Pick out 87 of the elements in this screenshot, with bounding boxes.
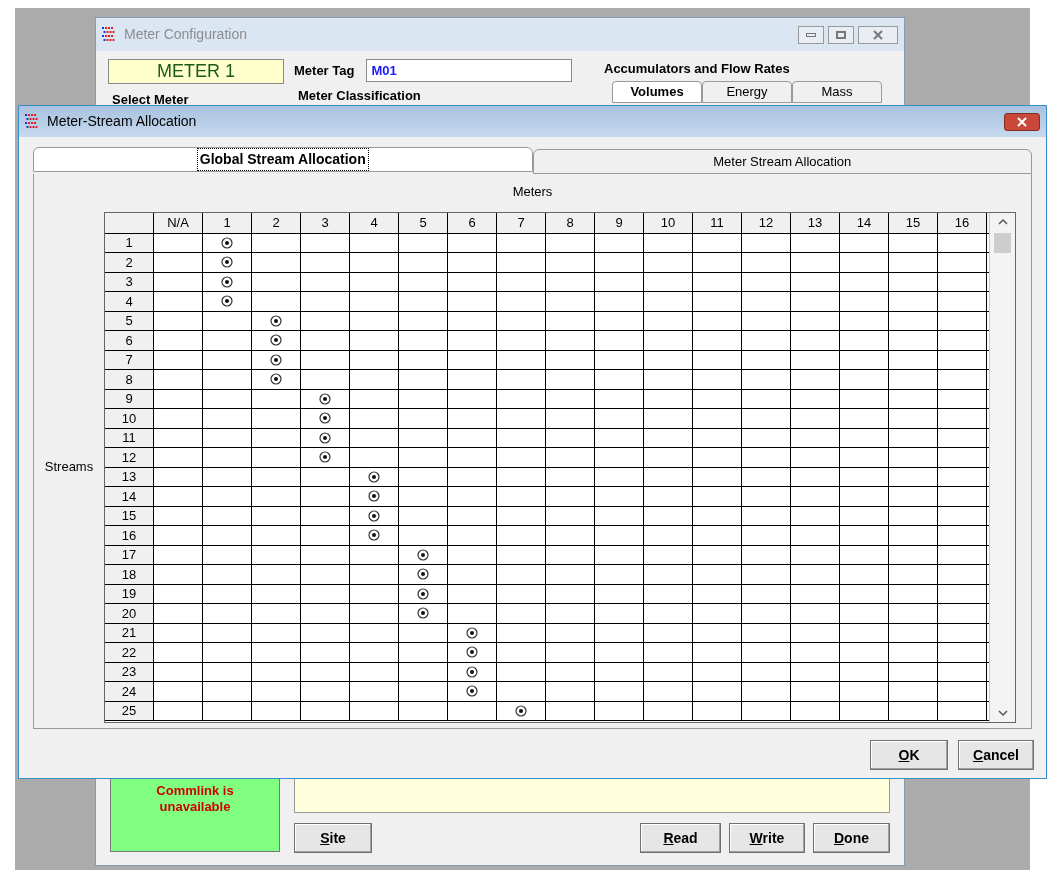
column-header: 5 bbox=[399, 212, 448, 233]
radio-icon bbox=[221, 295, 233, 308]
radio-icon bbox=[319, 451, 331, 464]
close-icon bbox=[873, 29, 883, 40]
radio-icon bbox=[515, 704, 527, 717]
group-label: Select Meter bbox=[111, 91, 190, 109]
radio-icon bbox=[319, 431, 331, 444]
radio-icon bbox=[270, 353, 282, 366]
radio-icon bbox=[417, 587, 429, 600]
site-button[interactable]: Site bbox=[294, 823, 372, 853]
maximize-button[interactable] bbox=[828, 25, 854, 44]
radio-icon bbox=[319, 412, 331, 425]
close-button[interactable] bbox=[1004, 112, 1040, 131]
row-header: 18 bbox=[105, 565, 154, 584]
cancel-button[interactable]: Cancel bbox=[958, 740, 1034, 770]
radio-icon bbox=[368, 470, 380, 483]
column-header: 13 bbox=[791, 212, 840, 233]
radio-icon bbox=[221, 256, 233, 269]
radio-icon bbox=[368, 490, 380, 503]
row-header: 14 bbox=[105, 487, 154, 506]
radio-icon bbox=[466, 685, 478, 698]
radio-icon bbox=[417, 568, 429, 581]
radio-icon bbox=[319, 392, 331, 405]
row-header: 10 bbox=[105, 409, 154, 428]
tab[interactable]: Volumes bbox=[612, 80, 702, 103]
dialog-title: Meter-Stream Allocation bbox=[47, 112, 197, 131]
column-header: 16 bbox=[938, 212, 987, 233]
scroll-down-icon[interactable] bbox=[997, 709, 1008, 718]
radio-icon bbox=[368, 509, 380, 522]
scrollbar[interactable] bbox=[989, 212, 1015, 722]
column-header: 14 bbox=[840, 212, 889, 233]
group-label: Accumulators and Flow Rates bbox=[604, 60, 791, 78]
row-header: 12 bbox=[105, 448, 154, 467]
window-title: Meter Configuration bbox=[124, 25, 247, 44]
read-button[interactable]: Read bbox=[640, 823, 721, 853]
column-header: 9 bbox=[595, 212, 644, 233]
column-header: 1 bbox=[203, 212, 252, 233]
radio-icon bbox=[417, 548, 429, 561]
column-header: N/A bbox=[154, 212, 203, 233]
row-header: 24 bbox=[105, 682, 154, 701]
row-header: 6 bbox=[105, 331, 154, 350]
row-header: 20 bbox=[105, 604, 154, 623]
meter-tag-field[interactable]: M01 bbox=[366, 59, 573, 82]
ok-button[interactable]: OK bbox=[870, 740, 948, 770]
column-header: 4 bbox=[350, 212, 399, 233]
scroll-up-icon[interactable] bbox=[997, 216, 1008, 225]
tab[interactable]: Energy bbox=[702, 80, 792, 103]
row-header: 2 bbox=[105, 253, 154, 272]
meter-name-display: METER 1 bbox=[108, 59, 284, 84]
app-logo-icon bbox=[102, 26, 118, 43]
row-header: 22 bbox=[105, 643, 154, 662]
axis-label: Streams bbox=[43, 458, 95, 477]
tab[interactable]: Global Stream Allocation bbox=[33, 147, 533, 172]
radio-icon bbox=[466, 665, 478, 678]
group-label: Meter Classification bbox=[297, 87, 422, 105]
radio-icon bbox=[466, 646, 478, 659]
radio-icon bbox=[270, 373, 282, 386]
scroll-thumb[interactable] bbox=[994, 232, 1011, 253]
column-header: 2 bbox=[252, 212, 301, 233]
status-message: Commlink is unavailable bbox=[155, 783, 235, 816]
close-icon bbox=[1017, 116, 1027, 127]
row-header: 8 bbox=[105, 370, 154, 389]
column-header: 11 bbox=[693, 212, 742, 233]
column-header: 15 bbox=[889, 212, 938, 233]
field-label: Meter Tag bbox=[294, 61, 355, 80]
radio-icon bbox=[270, 334, 282, 347]
axis-label: Meters bbox=[512, 183, 553, 201]
column-header: 7 bbox=[497, 212, 546, 233]
app-logo-icon bbox=[25, 113, 41, 130]
column-header: 12 bbox=[742, 212, 791, 233]
radio-icon bbox=[417, 607, 429, 620]
column-header: 3 bbox=[301, 212, 350, 233]
column-header: 10 bbox=[644, 212, 693, 233]
row-header: 4 bbox=[105, 292, 154, 311]
write-button[interactable]: Write bbox=[729, 823, 805, 853]
row-header: 16 bbox=[105, 526, 154, 545]
radio-icon bbox=[270, 314, 282, 327]
minimize-button[interactable] bbox=[798, 25, 824, 44]
radio-icon bbox=[466, 626, 478, 639]
column-header: 8 bbox=[546, 212, 595, 233]
done-button[interactable]: Done bbox=[813, 823, 890, 853]
tab[interactable]: Meter Stream Allocation bbox=[532, 149, 1032, 174]
radio-icon bbox=[221, 236, 233, 249]
radio-icon bbox=[221, 275, 233, 288]
column-header: 6 bbox=[448, 212, 497, 233]
tab[interactable]: Mass bbox=[792, 80, 882, 103]
radio-icon bbox=[368, 529, 380, 542]
